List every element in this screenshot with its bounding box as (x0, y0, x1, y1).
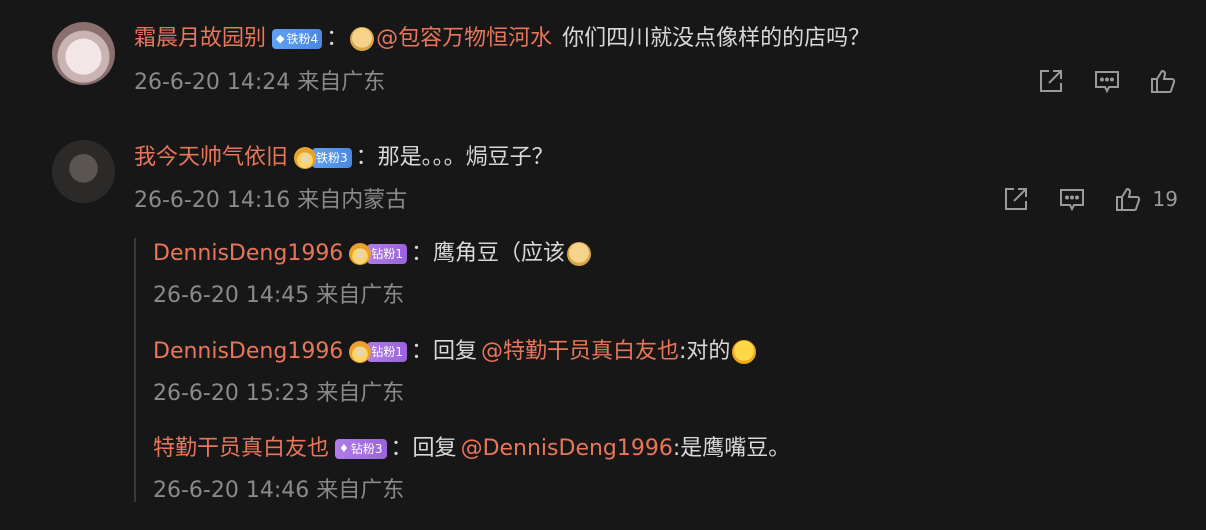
reply-button[interactable] (1057, 184, 1087, 214)
reply-button[interactable] (1092, 66, 1122, 96)
separator: ： (355, 145, 378, 170)
share-icon (1004, 188, 1027, 210)
thumbs-up-icon (1151, 69, 1176, 93)
fan-badge-label: 铁粉3 (316, 151, 348, 165)
reply-text: 鹰角豆（应该 (432, 241, 565, 266)
fan-badge-label: 钻粉3 (350, 442, 383, 456)
reply-prefix: 回复 (432, 339, 477, 364)
comment-actions (1010, 66, 1178, 96)
comment-text: 那是。。。焗豆子？ (377, 145, 554, 170)
reply-item: DennisDeng1996 ♛ 钻粉1 ： 回复 @特勤干员真白友也 :对的 (153, 337, 758, 367)
reply-meta: 26-6-20 14:46 来自广东 (153, 478, 405, 503)
username[interactable]: 特勤干员真白友也 (153, 434, 329, 464)
diamond-icon: ♦ (339, 442, 349, 455)
fan-badge[interactable]: 铁粉3 (312, 148, 352, 168)
fan-badge-label: 钻粉1 (371, 345, 403, 359)
reply-meta: 26-6-20 15:23 来自广东 (153, 381, 405, 406)
like-button[interactable] (1148, 66, 1178, 96)
diamond-icon: ◆ (276, 32, 285, 45)
fan-badge[interactable]: ◆ 铁粉4 (272, 29, 323, 49)
doge-emoji-icon (350, 27, 375, 51)
thumbs-up-icon (1115, 187, 1140, 211)
username[interactable]: 我今天帅气依旧 (134, 143, 288, 173)
fan-badge[interactable]: 钻粉1 (367, 244, 407, 264)
comment-icon (1059, 189, 1084, 212)
mention-link[interactable]: @DennisDeng1996 (461, 434, 673, 464)
avatar[interactable] (52, 22, 115, 85)
fan-badge-label: 铁粉4 (286, 32, 319, 46)
reply-item: 特勤干员真白友也 ♦ 钻粉3 ： 回复 @DennisDeng1996 :是鹰嘴豆… (153, 434, 790, 464)
separator: ： (410, 339, 433, 364)
reply-prefix: 回复 (412, 436, 457, 461)
username[interactable]: DennisDeng1996 (153, 337, 343, 367)
avatar[interactable] (52, 140, 115, 203)
fan-badge[interactable]: ♦ 钻粉3 (335, 439, 387, 459)
like-count: 19 (1152, 187, 1178, 211)
reply-text: :是鹰嘴豆。 (672, 436, 791, 461)
crown-icon: ♛ (294, 147, 317, 169)
mention-link[interactable]: @包容万物恒河水 (376, 24, 552, 54)
separator: ： (410, 241, 433, 266)
doge-emoji-icon (566, 242, 591, 266)
share-button[interactable] (1001, 184, 1031, 214)
reply-text: :对的 (679, 339, 731, 364)
username[interactable]: DennisDeng1996 (153, 239, 343, 269)
comment-text: 你们四川就没点像样的的店吗？ (562, 26, 871, 51)
mention-link[interactable]: @特勤干员真白友也 (481, 337, 679, 367)
fan-badge[interactable]: 钻粉1 (367, 342, 407, 362)
comment-icon (1095, 71, 1119, 94)
share-button[interactable] (1036, 66, 1066, 96)
like-button[interactable]: 19 (1113, 184, 1178, 214)
comment-meta: 26-6-20 14:16 来自内蒙古 (134, 188, 408, 213)
fan-badge-label: 钻粉1 (371, 247, 403, 261)
reply-item: DennisDeng1996 ♛ 钻粉1 ： 鹰角豆（应该 (153, 239, 593, 269)
separator: ： (326, 26, 349, 51)
reply-thread-bar (134, 238, 136, 502)
username[interactable]: 霜晨月故园别 (134, 24, 266, 54)
reply-meta: 26-6-20 14:45 来自广东 (153, 283, 405, 308)
separator: ： (390, 436, 413, 461)
share-icon (1040, 70, 1062, 92)
laughing-emoji-icon (732, 340, 757, 364)
comment-meta: 26-6-20 14:24 来自广东 (134, 70, 386, 95)
comment-actions: 19 (975, 184, 1178, 214)
